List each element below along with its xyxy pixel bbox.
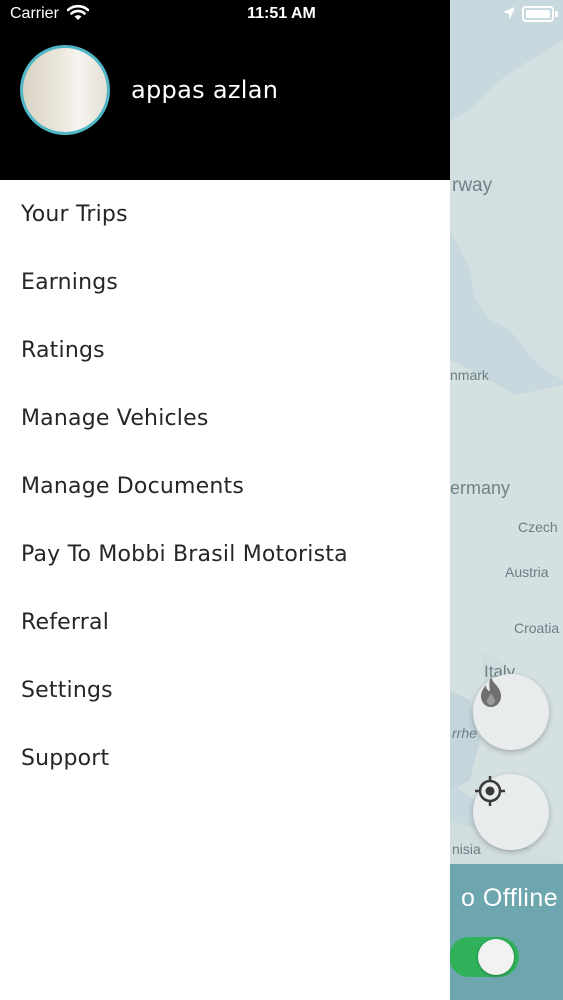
- drawer-menu: Your Trips Earnings Ratings Manage Vehic…: [0, 180, 450, 792]
- avatar[interactable]: [20, 45, 110, 135]
- map-label-austria: Austria: [505, 564, 549, 580]
- location-arrow-icon: [503, 7, 515, 19]
- menu-item-pay-to-mobbi[interactable]: Pay To Mobbi Brasil Motorista: [0, 520, 450, 588]
- map-label-tyrrhenian: rrhe: [452, 725, 477, 741]
- offline-status-label: o Offline: [461, 884, 559, 912]
- clock: 11:51 AM: [247, 5, 316, 22]
- battery-tip: [555, 11, 558, 17]
- menu-item-referral[interactable]: Referral: [0, 588, 450, 656]
- menu-item-ratings[interactable]: Ratings: [0, 316, 450, 384]
- battery-icon: [522, 6, 554, 22]
- menu-item-manage-documents[interactable]: Manage Documents: [0, 452, 450, 520]
- menu-item-earnings[interactable]: Earnings: [0, 248, 450, 316]
- menu-item-your-trips[interactable]: Your Trips: [0, 180, 450, 248]
- flame-icon: [481, 677, 501, 707]
- map-label-denmark: nmark: [450, 367, 489, 383]
- user-name: appas azlan: [131, 76, 279, 104]
- map-label-czech: Czech: [518, 519, 558, 535]
- menu-item-manage-vehicles[interactable]: Manage Vehicles: [0, 384, 450, 452]
- menu-item-support[interactable]: Support: [0, 724, 450, 792]
- online-toggle-knob[interactable]: [478, 939, 514, 975]
- navigation-drawer: appas azlan Your Trips Earnings Ratings …: [0, 0, 450, 1000]
- map-label-germany: ermany: [450, 478, 511, 498]
- locate-me-button[interactable]: [473, 774, 549, 850]
- map-label-norway: rway: [452, 175, 493, 196]
- crosshair-icon: [475, 776, 505, 806]
- map-label-croatia: Croatia: [514, 620, 560, 636]
- map-label-tunisia: nisia: [452, 841, 481, 857]
- menu-item-settings[interactable]: Settings: [0, 656, 450, 724]
- heatmap-button[interactable]: [473, 674, 549, 750]
- status-bar: Carrier 11:51 AM: [0, 0, 563, 30]
